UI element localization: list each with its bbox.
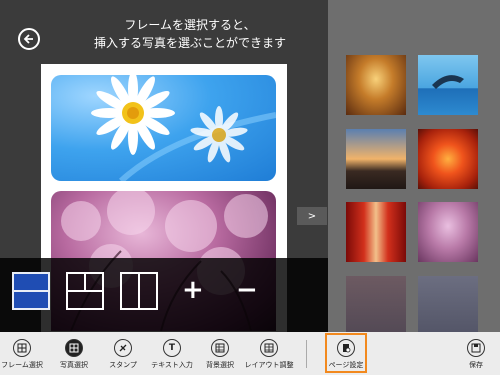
stamp-label: スタンプ [109, 361, 137, 369]
text-t-icon: T [163, 339, 181, 357]
page-settings-highlight [325, 333, 367, 373]
layout-two-vertical-button[interactable] [120, 272, 158, 310]
stamp-button[interactable]: スタンプ [103, 332, 143, 375]
frame-grid-icon [13, 339, 31, 357]
add-frame-button[interactable]: + [182, 276, 204, 304]
stamp-icon [114, 339, 132, 357]
thumbnail-cherry-blossom[interactable] [418, 202, 478, 262]
photo-select-label: 写真選択 [60, 361, 88, 369]
photo-select-button[interactable]: 写真選択 [54, 332, 94, 375]
bottom-app-bar: フレーム選択 写真選択 スタンプ T テキスト入力 背景選択 レイアウト調整 ペ… [0, 332, 500, 375]
layout-two-horizontal-button[interactable] [12, 272, 50, 310]
save-label: 保存 [469, 361, 483, 369]
back-button[interactable] [18, 28, 40, 50]
layout-adjust-button[interactable]: レイアウト調整 [244, 332, 294, 375]
app-window: フレームを選択すると、 挿入する写真を選ぶことができます > + − フレーム選… [0, 0, 500, 375]
thumbnail-dolphin[interactable] [418, 55, 478, 115]
background-select-label: 背景選択 [206, 361, 234, 369]
instruction-line-1: フレームを選択すると、 [124, 18, 256, 32]
frame-select-label: フレーム選択 [1, 361, 43, 369]
remove-frame-button[interactable]: − [236, 276, 258, 304]
instruction-text: フレームを選択すると、 挿入する写真を選ぶことができます [64, 16, 316, 52]
thumbnail-torii-gates[interactable] [346, 202, 406, 262]
appbar-divider [306, 340, 307, 368]
frame-select-button[interactable]: フレーム選択 [1, 332, 43, 375]
instruction-line-2: 挿入する写真を選ぶことができます [93, 36, 286, 50]
thumbnail-castle-sunset[interactable] [346, 129, 406, 189]
dolphin-icon [432, 75, 464, 89]
save-icon [467, 339, 485, 357]
text-input-label: テキスト入力 [151, 361, 193, 369]
background-grid-icon [211, 339, 229, 357]
back-arrow-icon [23, 34, 33, 44]
background-select-button[interactable]: 背景選択 [200, 332, 240, 375]
save-button[interactable]: 保存 [456, 332, 496, 375]
layout-adjust-label: レイアウト調整 [244, 361, 294, 369]
frame-select-bar: + − [0, 258, 328, 332]
thumbnail-partial-1[interactable] [346, 276, 406, 336]
photo-frame-top[interactable] [51, 75, 276, 181]
layout-three-split-button[interactable] [66, 272, 104, 310]
next-photos-button[interactable]: > [297, 207, 327, 225]
thumbnail-chrysanthemum[interactable] [418, 129, 478, 189]
thumbnail-partial-2[interactable] [418, 276, 478, 336]
daisy-photo [91, 75, 276, 181]
thumbnail-arch-corridor[interactable] [346, 55, 406, 115]
layout-grid-icon [260, 339, 278, 357]
photo-grid-icon [65, 339, 83, 357]
text-input-button[interactable]: T テキスト入力 [150, 332, 194, 375]
